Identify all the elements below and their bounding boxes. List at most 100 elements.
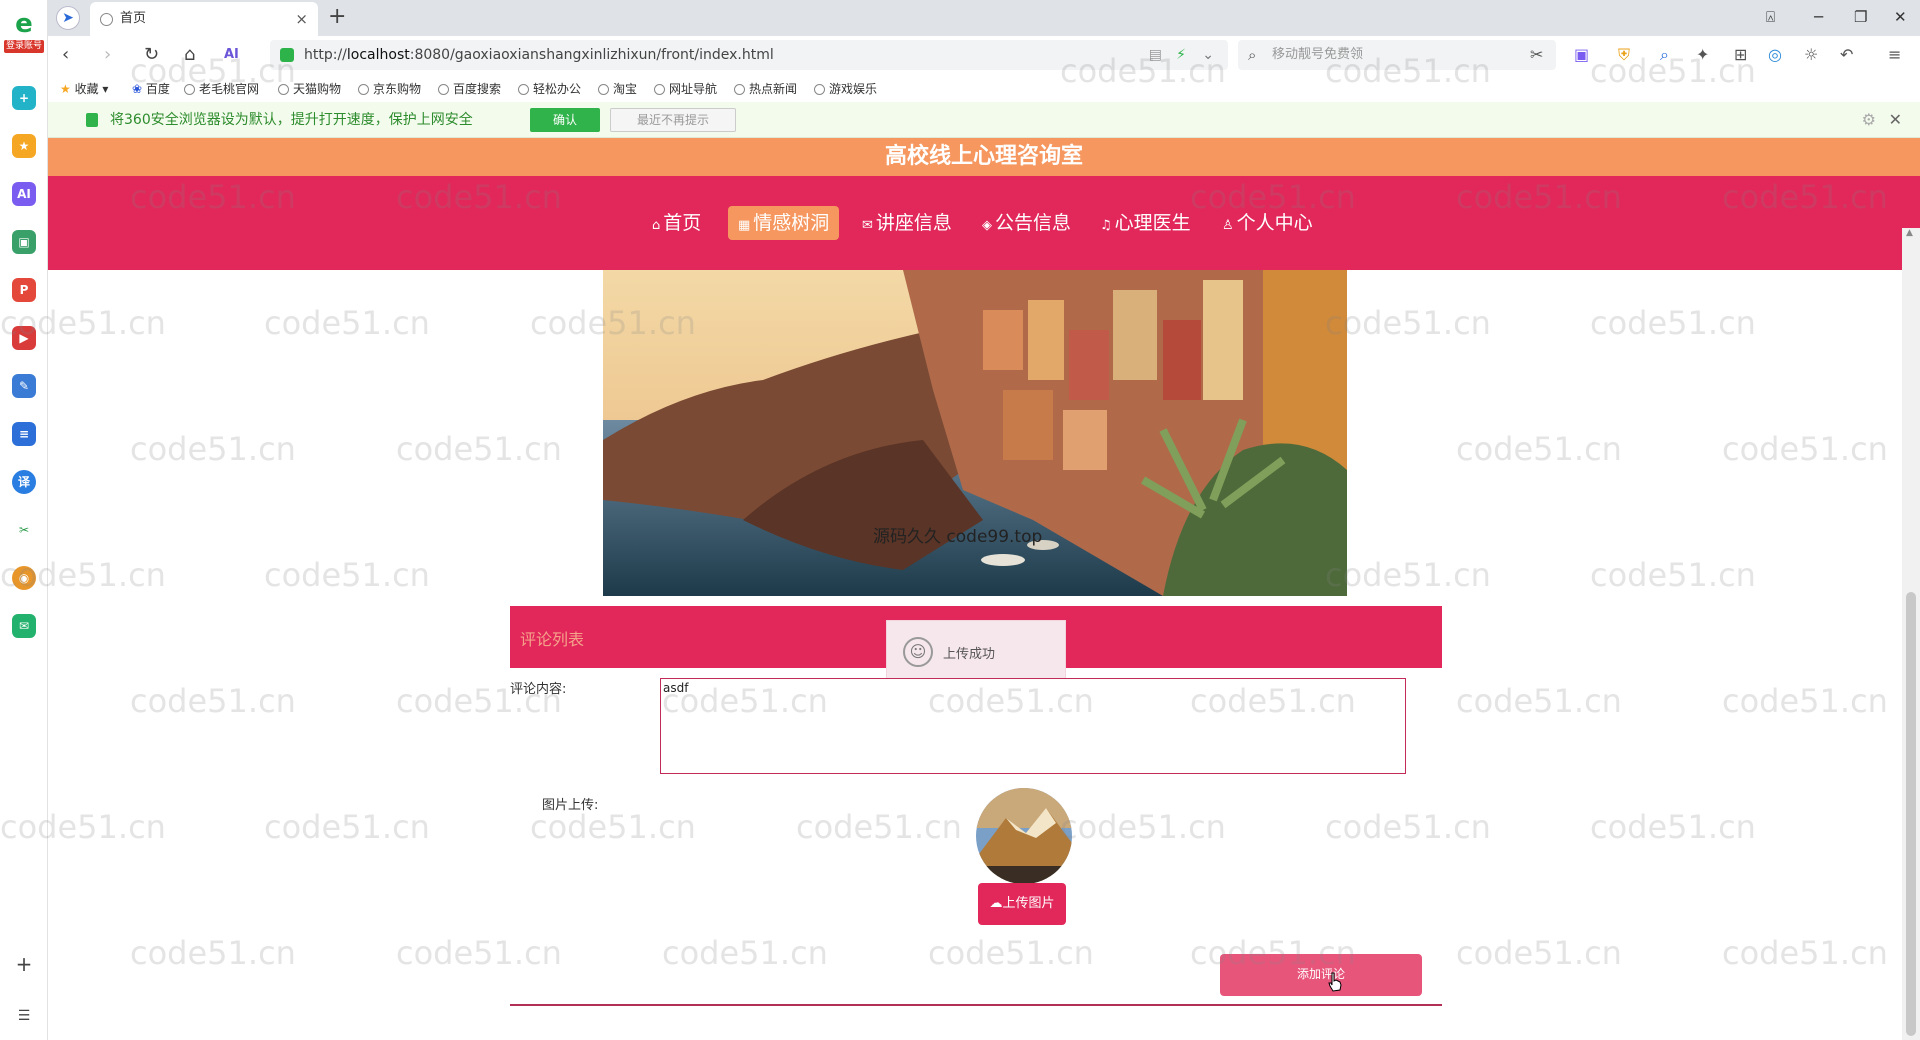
nav-doctors[interactable]: ♫ 心理医生 — [1090, 206, 1201, 240]
browser-logo[interactable]: e 登录账号 — [4, 10, 44, 58]
page-scrollbar[interactable]: ▲ — [1902, 228, 1920, 1040]
globe-icon — [598, 84, 609, 95]
new-tab-icon[interactable]: + — [328, 4, 346, 30]
compass-icon[interactable]: ➤ — [56, 6, 80, 30]
web-page: 高校线上心理咨询室 ⌂ 首页 ▦ 情感树洞 ✉ 讲座信息 ◈ 公告信息 ♫ 心理医生 ♙ 个… — [48, 138, 1920, 1040]
home-icon: ⌂ — [652, 218, 661, 233]
nav-treehole[interactable]: ▦ 情感树洞 — [728, 206, 840, 240]
globe-icon — [184, 84, 195, 95]
video-app-icon[interactable]: ▶ — [12, 326, 36, 350]
nav-label: 公告信息 — [995, 212, 1072, 234]
nav-label: 心理医生 — [1114, 212, 1191, 234]
bookmark-label: 天猫购物 — [293, 82, 342, 96]
content-label: 评论内容: — [510, 682, 567, 697]
bookmark-label: 京东购物 — [373, 82, 422, 96]
pdf-app-icon[interactable]: P — [12, 278, 36, 302]
bookmark-label: 游戏娱乐 — [829, 82, 878, 96]
add-app-icon[interactable]: + — [12, 952, 36, 976]
extension-icon[interactable]: ✦ — [1696, 46, 1709, 64]
back-icon[interactable]: ‹ — [62, 44, 69, 66]
add-comment-button[interactable]: 添加评论 — [1220, 954, 1422, 996]
confirm-button[interactable]: 确认 — [530, 108, 600, 132]
bookmark-laomaotao[interactable]: 老毛桃官网 — [184, 80, 259, 97]
scroll-up-icon[interactable]: ▲ — [1906, 228, 1913, 238]
bookmark-jd[interactable]: 京东购物 — [358, 80, 421, 97]
toast-message: 上传成功 — [943, 647, 996, 662]
bookmark-label: 淘宝 — [613, 82, 638, 96]
image-app-icon[interactable]: ▣ — [12, 230, 36, 254]
translate-tool-icon[interactable]: ▣ — [1574, 46, 1589, 64]
shirt-skin-icon[interactable]: ⍓ — [1766, 8, 1775, 26]
gear-icon[interactable]: ⚙ — [1862, 102, 1876, 138]
bookmark-office[interactable]: 轻松办公 — [518, 80, 581, 97]
smile-icon: ☺ — [903, 637, 933, 667]
minimize-icon[interactable]: ─ — [1814, 8, 1823, 26]
plus-app-icon[interactable]: + — [12, 86, 36, 110]
scissors-app-icon[interactable]: ✂ — [12, 518, 36, 542]
globe-icon — [438, 84, 449, 95]
url-host: localhost — [346, 47, 410, 63]
translate-app-icon[interactable]: 译 — [12, 470, 36, 494]
chevron-down-icon[interactable]: ⌄ — [1202, 40, 1214, 70]
brightness-icon[interactable]: ☼ — [1804, 46, 1818, 64]
nav-lectures[interactable]: ✉ 讲座信息 — [852, 206, 962, 240]
list-menu-icon[interactable]: ☰ — [12, 1004, 36, 1028]
bookmark-news[interactable]: 热点新闻 — [734, 80, 797, 97]
search-icon: ⌕ — [1248, 46, 1257, 64]
scrollbar-thumb[interactable] — [1906, 592, 1916, 1036]
weibo-app-icon[interactable]: ◉ — [12, 566, 36, 590]
dismiss-button[interactable]: 最近不再提示 — [610, 108, 736, 132]
forward-icon[interactable]: › — [104, 44, 111, 66]
hand-cursor-icon — [1328, 972, 1342, 992]
bookmark-favorites[interactable]: ★ 收藏 ▾ — [60, 80, 108, 97]
lightning-icon[interactable]: ⚡ — [1176, 40, 1186, 70]
reload-icon[interactable]: ↻ — [144, 44, 159, 66]
ai-icon[interactable]: AI — [224, 44, 239, 66]
close-notice-icon[interactable]: ✕ — [1889, 102, 1902, 138]
mail-app-icon[interactable]: ✉ — [12, 614, 36, 638]
edit-app-icon[interactable]: ✎ — [12, 374, 36, 398]
bookmark-tmall[interactable]: 天猫购物 — [278, 80, 341, 97]
upload-image-button[interactable]: ☁上传图片 — [978, 883, 1066, 925]
site-banner: 高校线上心理咨询室 — [48, 138, 1920, 176]
comment-content-field[interactable]: asdf — [660, 678, 1406, 774]
bookmark-games[interactable]: 游戏娱乐 — [814, 80, 877, 97]
close-tab-icon[interactable]: × — [295, 2, 308, 36]
ai-app-icon[interactable]: AI — [12, 182, 36, 206]
nav-label: 首页 — [663, 212, 702, 234]
nav-home[interactable]: ⌂ 首页 — [642, 206, 711, 240]
address-bar[interactable]: http://localhost:8080/gaoxiaoxianshangxi… — [270, 40, 1228, 70]
nav-announcements[interactable]: ◈ 公告信息 — [972, 206, 1081, 240]
bookmark-label: 老毛桃官网 — [199, 82, 260, 96]
home-icon[interactable]: ⌂ — [184, 44, 195, 66]
search-box[interactable]: ⌕ 移动靓号免费领 — [1238, 40, 1556, 70]
close-window-icon[interactable]: ✕ — [1894, 8, 1907, 26]
doc-app-icon[interactable]: ≡ — [12, 422, 36, 446]
site-nav: ⌂ 首页 ▦ 情感树洞 ✉ 讲座信息 ◈ 公告信息 ♫ 心理医生 ♙ 个人中心 — [48, 176, 1920, 270]
bookmark-baidu-search[interactable]: 百度搜索 — [438, 80, 501, 97]
restore-icon[interactable]: ❐ — [1854, 8, 1867, 26]
bookmark-label: 百度搜索 — [453, 82, 502, 96]
uploaded-image-preview[interactable] — [976, 788, 1072, 884]
star-app-icon[interactable]: ★ — [12, 134, 36, 158]
bookmark-nav[interactable]: 网址导航 — [654, 80, 717, 97]
shield-tool-icon[interactable]: ⛨ — [1618, 46, 1630, 64]
grid-icon: ▦ — [738, 218, 751, 233]
tab-title: 首页 — [120, 11, 147, 26]
grid-icon[interactable]: ⊞ — [1734, 46, 1747, 64]
nav-profile[interactable]: ♙ 个人中心 — [1212, 206, 1323, 240]
menu-icon[interactable]: ≡ — [1888, 46, 1901, 64]
hero-image: 源码久久 code99.top — [603, 270, 1347, 596]
screenshot-icon[interactable]: ✂ — [1530, 46, 1543, 64]
mountain-thumbnail — [976, 788, 1072, 884]
reader-icon[interactable]: ▤ — [1149, 40, 1162, 70]
globe-icon — [814, 84, 825, 95]
bookmark-baidu[interactable]: ❀ 百度 — [132, 80, 170, 97]
tab-home[interactable]: 首页 × — [90, 2, 318, 36]
sync-icon[interactable]: ◎ — [1768, 46, 1782, 64]
user-icon: ♙ — [1222, 218, 1234, 233]
bookmark-taobao[interactable]: 淘宝 — [598, 80, 637, 97]
register-badge[interactable]: 登录账号 — [4, 40, 44, 53]
find-icon[interactable]: ⌕ — [1660, 46, 1669, 64]
undo-icon[interactable]: ↶ — [1840, 46, 1853, 64]
